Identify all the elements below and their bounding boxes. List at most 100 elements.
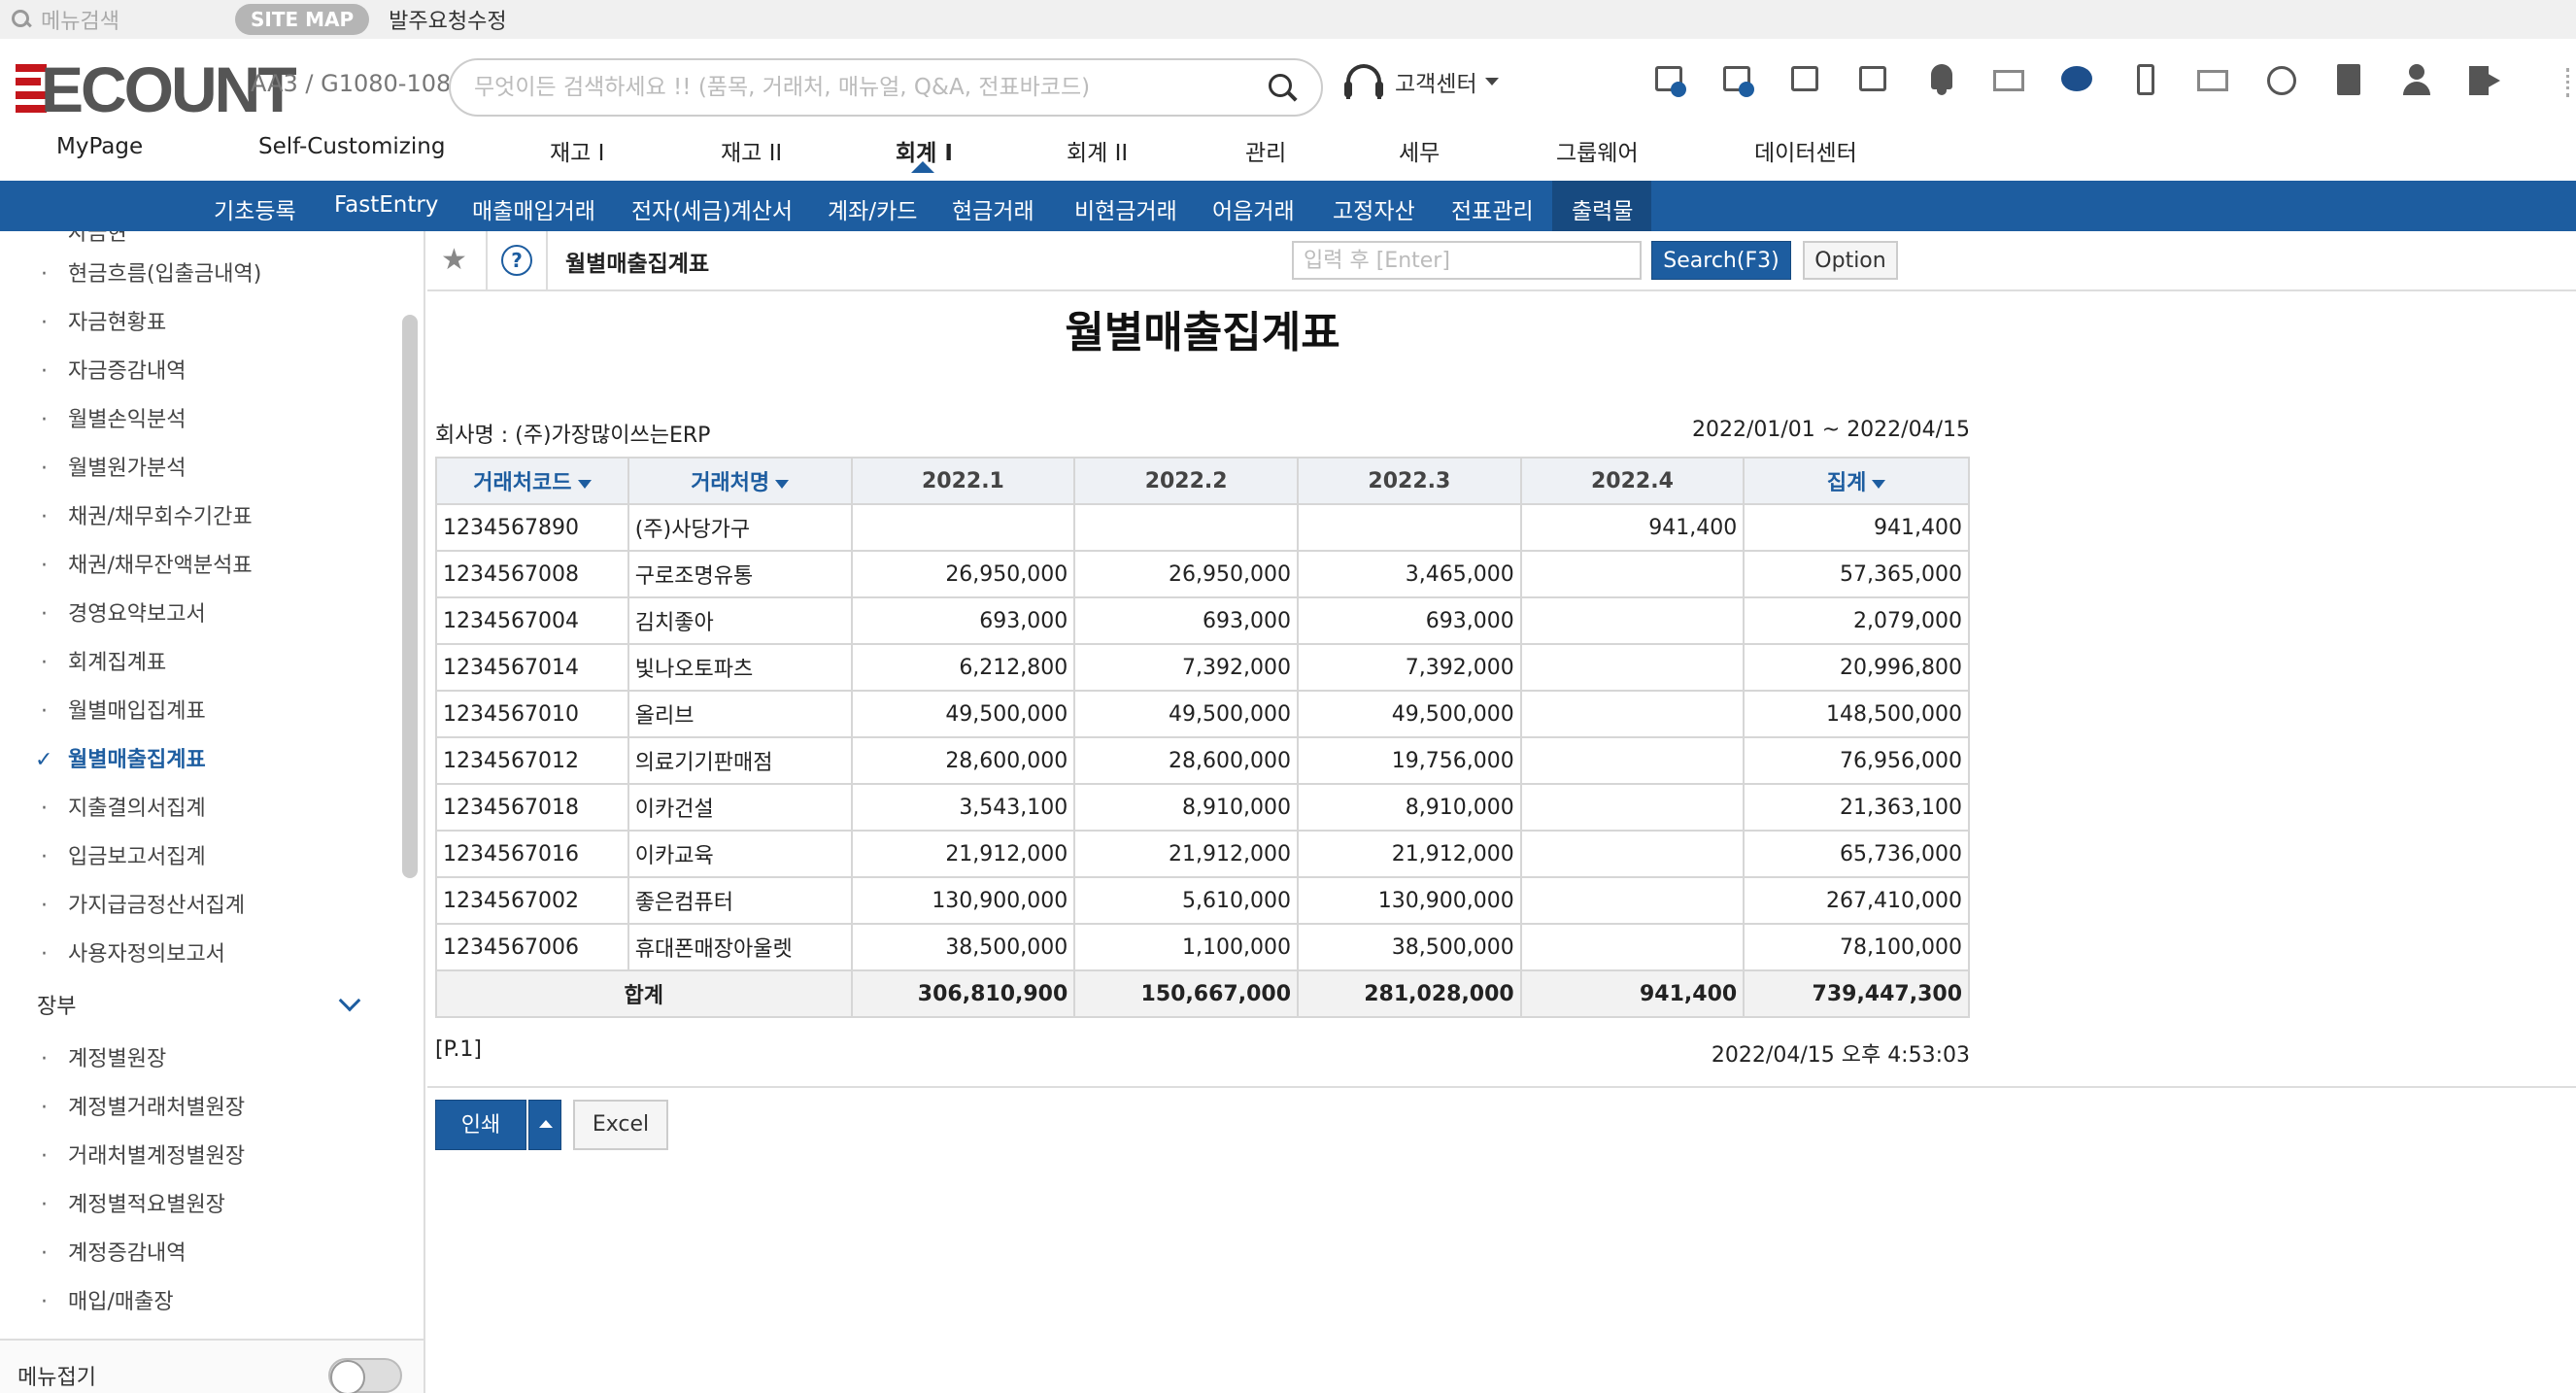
subnav-non-cash[interactable]: 비현금거래 (1074, 192, 1177, 225)
col-customer-name[interactable]: 거래처명 (627, 457, 853, 505)
nav-management[interactable]: 관리 (1245, 134, 1286, 167)
sidebar-item-account-customer-ledger[interactable]: 계정별거래처별원장 (41, 1090, 245, 1121)
subnav-basic-registration[interactable]: 기초등록 (214, 192, 296, 225)
cell-name[interactable]: 빛나오토파츠 (627, 643, 853, 692)
excel-button[interactable]: Excel (573, 1100, 668, 1150)
sidebar-item-collection-period[interactable]: 채권/채무회수기간표 (41, 499, 253, 530)
nav-data-center[interactable]: 데이터센터 (1754, 134, 1857, 167)
total-value: 306,810,900 (850, 969, 1076, 1018)
subnav-voucher[interactable]: 전표관리 (1451, 192, 1534, 225)
cell-name[interactable]: 구로조명유통 (627, 550, 853, 598)
sidebar-item-monthly-pl[interactable]: 월별손익분석 (41, 402, 186, 433)
sidebar-item-monthly-sales[interactable]: 월별매출집계표 (35, 742, 206, 773)
subnav-account-card[interactable]: 계좌/카드 (828, 192, 917, 225)
nav-groupware[interactable]: 그룹웨어 (1556, 134, 1639, 167)
sidebar-item-balance-analysis[interactable]: 채권/채무잔액분석표 (41, 548, 253, 579)
cell-name[interactable]: 휴대폰매장아울렛 (627, 923, 853, 971)
cell-code[interactable]: 1234567002 (435, 876, 629, 925)
nav-self-customizing[interactable]: Self-Customizing (258, 134, 445, 159)
chevron-down-icon[interactable] (338, 989, 361, 1012)
cell-name[interactable]: (주)사당가구 (627, 503, 853, 552)
cell-code[interactable]: 1234567890 (435, 503, 629, 552)
breadcrumb[interactable]: 발주요청수정 (389, 4, 506, 35)
sidebar-item-custom-report[interactable]: 사용자정의보고서 (41, 936, 225, 968)
sidebar-item-management-summary[interactable]: 경영요약보고서 (41, 596, 206, 628)
cell-name[interactable]: 김치좋아 (627, 596, 853, 645)
global-search-input[interactable] (474, 72, 1251, 103)
bookmark-icon[interactable] (2331, 62, 2366, 97)
sidebar-item-cash-flow[interactable]: 현금흐름(입출금내역) (41, 256, 261, 288)
customer-center-menu[interactable]: 고객센터 (1344, 64, 1499, 99)
monitor-icon[interactable] (1651, 62, 1686, 97)
bell-icon[interactable] (1923, 62, 1958, 97)
nav-inventory-1[interactable]: 재고 I (550, 134, 604, 167)
sidebar-item-account-change[interactable]: 계정증감내역 (41, 1236, 186, 1267)
chat-icon[interactable] (2059, 62, 2094, 97)
cell-code[interactable]: 1234567012 (435, 736, 629, 785)
global-search[interactable] (449, 58, 1323, 117)
sidebar-item-account-ledger[interactable]: 계정별원장 (41, 1041, 166, 1072)
sidebar-item-fund-status[interactable]: 자금현황표 (41, 305, 166, 336)
subnav-reports[interactable]: 출력물 (1572, 192, 1633, 225)
list-icon[interactable] (1855, 62, 1890, 97)
user-icon[interactable] (2399, 62, 2434, 97)
sidebar-item-expense-resolution[interactable]: 지출결의서집계 (41, 791, 206, 822)
cell-code[interactable]: 1234567018 (435, 783, 629, 832)
subnav-cash[interactable]: 현금거래 (952, 192, 1034, 225)
col-customer-code[interactable]: 거래처코드 (435, 457, 629, 505)
print-dropdown-toggle[interactable] (528, 1100, 561, 1150)
sidebar-partial-item[interactable]: 자금현 (68, 231, 127, 247)
collapse-menu-toggle[interactable] (328, 1358, 402, 1393)
nav-mypage[interactable]: MyPage (56, 134, 143, 159)
logout-icon[interactable] (2467, 62, 2502, 97)
sidebar-item-monthly-cost[interactable]: 월별원가분석 (41, 451, 186, 482)
search-icon[interactable] (10, 8, 33, 31)
sidebar-item-accounting-summary[interactable]: 회계집계표 (41, 645, 166, 676)
nav-inventory-2[interactable]: 재고 II (721, 134, 782, 167)
help-icon[interactable]: ? (501, 245, 532, 276)
nav-accounting-2[interactable]: 회계 II (1067, 134, 1128, 167)
sidebar-item-customer-account-ledger[interactable]: 거래처별계정별원장 (41, 1138, 245, 1170)
mobile-icon[interactable] (2127, 62, 2162, 97)
cell-name[interactable]: 좋은컴퓨터 (627, 876, 853, 925)
subnav-fixed-assets[interactable]: 고정자산 (1333, 192, 1415, 225)
star-icon[interactable]: ★ (441, 243, 467, 277)
menu-search-input[interactable]: 메뉴검색 (41, 4, 186, 35)
subnav-notes[interactable]: 어음거래 (1212, 192, 1295, 225)
cell-code[interactable]: 1234567010 (435, 690, 629, 738)
col-total[interactable]: 집계 (1743, 457, 1970, 505)
envelope-icon[interactable] (2195, 62, 2230, 97)
mail-send-icon[interactable] (1991, 62, 2026, 97)
sidebar-item-deposit-report[interactable]: 입금보고서집계 (41, 839, 206, 870)
cell-code[interactable]: 1234567004 (435, 596, 629, 645)
sidebar-item-account-memo-ledger[interactable]: 계정별적요별원장 (41, 1187, 225, 1218)
transfer-icon[interactable] (1787, 62, 1822, 97)
cell-name[interactable]: 이카교육 (627, 830, 853, 878)
subnav-fastentry[interactable]: FastEntry (334, 192, 438, 218)
sidebar-item-monthly-purchase[interactable]: 월별매입집계표 (41, 694, 206, 725)
cell-code[interactable]: 1234567014 (435, 643, 629, 692)
ecount-logo[interactable]: ECOUNT (16, 53, 297, 125)
search-icon[interactable] (1269, 74, 1298, 103)
cell-name[interactable]: 올리브 (627, 690, 853, 738)
cell-name[interactable]: 이카건설 (627, 783, 853, 832)
cell-code[interactable]: 1234567006 (435, 923, 629, 971)
sitemap-button[interactable]: SITE MAP (235, 4, 370, 35)
clock-icon[interactable] (2263, 62, 2298, 97)
cell-name[interactable]: 의료기기판매점 (627, 736, 853, 785)
option-button[interactable]: Option (1803, 241, 1898, 280)
sidebar-scrollbar[interactable] (402, 315, 418, 878)
cell-code[interactable]: 1234567008 (435, 550, 629, 598)
subnav-e-invoice[interactable]: 전자(세금)계산서 (631, 192, 793, 225)
cell-code[interactable]: 1234567016 (435, 830, 629, 878)
search-button[interactable]: Search(F3) (1651, 241, 1791, 280)
nav-tax[interactable]: 세무 (1399, 134, 1440, 167)
subnav-sales-purchase[interactable]: 매출매입거래 (472, 192, 595, 225)
sidebar-item-purchase-sales-book[interactable]: 매입/매출장 (41, 1284, 174, 1315)
sidebar-item-advance-settlement[interactable]: 가지급금정산서집계 (41, 888, 245, 919)
sidebar-section-ledger[interactable]: 장부 (37, 989, 76, 1020)
report-search-input[interactable] (1292, 241, 1642, 280)
sidebar-item-fund-change[interactable]: 자금증감내역 (41, 354, 186, 385)
print-button[interactable]: 인쇄 (435, 1100, 526, 1150)
add-window-icon[interactable] (1719, 62, 1754, 97)
